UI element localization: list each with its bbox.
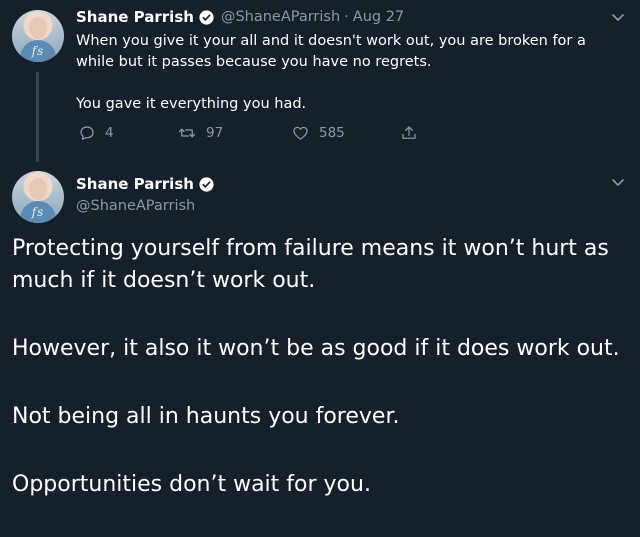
avatar-logo-text: fs	[31, 205, 45, 219]
chevron-down-icon[interactable]	[610, 9, 626, 25]
tweet-paragraph: Not being all in haunts you forever.	[12, 404, 400, 429]
avatar-logo-text: fs	[31, 44, 45, 58]
author-handle[interactable]: @ShaneAParrish	[221, 9, 340, 25]
like-count: 585	[319, 125, 345, 141]
author-name[interactable]: Shane Parrish	[76, 8, 194, 26]
avatar[interactable]: fs	[12, 171, 64, 223]
tweet-text-line: When you give it your all and it doesn't…	[76, 33, 586, 49]
heart-icon	[293, 126, 308, 140]
share-button[interactable]	[400, 124, 427, 142]
tweet-text-line: while but it passes because you have no …	[76, 54, 432, 70]
share-icon	[402, 126, 416, 139]
tweet-header: Shane Parrish	[76, 173, 215, 195]
retweet-icon	[178, 128, 196, 138]
author-handle[interactable]: @ShaneAParrish	[76, 198, 195, 214]
verified-badge-icon	[198, 176, 215, 193]
like-button[interactable]: 585	[291, 124, 345, 142]
avatar-head	[29, 17, 47, 39]
avatar[interactable]: fs	[12, 10, 64, 62]
tweet-header: Shane Parrish @ShaneAParrish · Aug 27	[76, 6, 404, 28]
reply-count: 4	[105, 125, 114, 141]
tweet-handle-row: @ShaneAParrish	[76, 195, 195, 217]
tweet-text: When you give it your all and it doesn't…	[76, 31, 624, 115]
separator-dot: ·	[344, 9, 349, 25]
retweet-count: 97	[206, 125, 224, 141]
retweet-button[interactable]: 97	[177, 124, 223, 142]
tweet-paragraph: Protecting yourself from failure means i…	[12, 236, 609, 293]
tweet-date[interactable]: Aug 27	[353, 9, 404, 25]
tweet-paragraph: However, it also it won’t be as good if …	[12, 336, 620, 361]
main-tweet-text: Protecting yourself from failure means i…	[12, 233, 636, 537]
reply-button[interactable]: 4	[78, 124, 114, 142]
author-name[interactable]: Shane Parrish	[76, 175, 194, 193]
tweet-paragraph: Opportunities don’t wait for you.	[12, 472, 371, 497]
parent-tweet[interactable]: fs Shane Parrish @ShaneAParrish · Aug 27…	[0, 0, 640, 170]
tweet-text-line: You gave it everything you had.	[76, 96, 307, 112]
verified-badge-icon	[198, 9, 215, 26]
avatar-shirt: fs	[20, 40, 56, 62]
tweet-actions: 4 97 585	[78, 124, 438, 148]
reply-icon	[80, 126, 94, 141]
thread-connector-line	[36, 72, 39, 162]
chevron-down-icon[interactable]	[610, 174, 626, 190]
avatar-head	[29, 178, 47, 200]
avatar-shirt: fs	[20, 201, 56, 223]
